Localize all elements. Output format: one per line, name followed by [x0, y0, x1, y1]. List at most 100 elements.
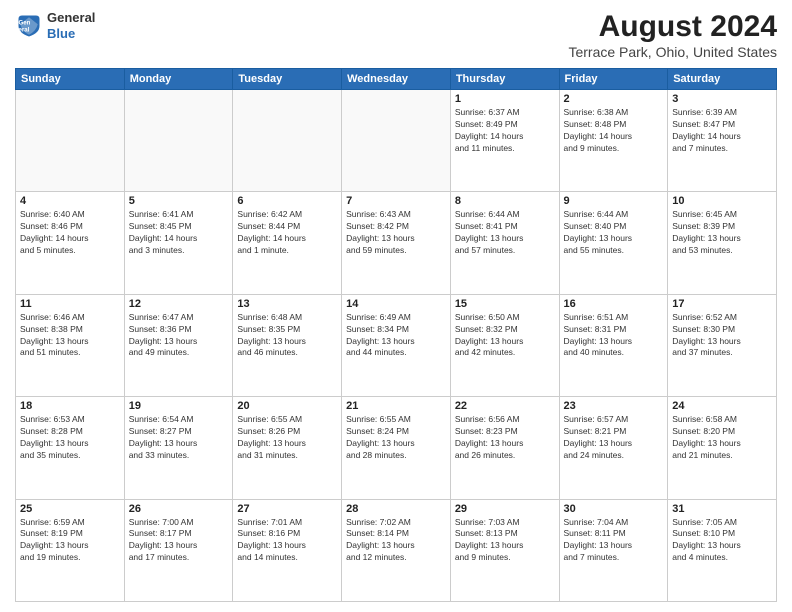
calendar-day-cell: 29 Sunrise: 7:03 AM Sunset: 8:13 PM Dayli…: [450, 499, 559, 601]
calendar-day-cell: 5 Sunrise: 6:41 AM Sunset: 8:45 PM Daylig…: [124, 192, 233, 294]
calendar-day-cell: 24 Sunrise: 6:58 AM Sunset: 8:20 PM Dayli…: [668, 397, 777, 499]
day-number: 10: [672, 195, 772, 207]
day-info: Sunrise: 6:46 AM Sunset: 8:38 PM Dayligh…: [20, 312, 120, 360]
day-info: Sunrise: 6:56 AM Sunset: 8:23 PM Dayligh…: [455, 414, 555, 462]
calendar-week-row: 1 Sunrise: 6:37 AM Sunset: 8:49 PM Daylig…: [16, 90, 777, 192]
day-info: Sunrise: 6:50 AM Sunset: 8:32 PM Dayligh…: [455, 312, 555, 360]
day-number: 30: [564, 503, 664, 515]
calendar-day-cell: 11 Sunrise: 6:46 AM Sunset: 8:38 PM Dayli…: [16, 294, 125, 396]
day-info: Sunrise: 6:44 AM Sunset: 8:41 PM Dayligh…: [455, 209, 555, 257]
day-number: 25: [20, 503, 120, 515]
day-info: Sunrise: 6:55 AM Sunset: 8:24 PM Dayligh…: [346, 414, 446, 462]
day-number: 8: [455, 195, 555, 207]
day-info: Sunrise: 7:04 AM Sunset: 8:11 PM Dayligh…: [564, 517, 664, 565]
day-info: Sunrise: 6:43 AM Sunset: 8:42 PM Dayligh…: [346, 209, 446, 257]
day-info: Sunrise: 6:57 AM Sunset: 8:21 PM Dayligh…: [564, 414, 664, 462]
day-info: Sunrise: 6:55 AM Sunset: 8:26 PM Dayligh…: [237, 414, 337, 462]
day-info: Sunrise: 6:53 AM Sunset: 8:28 PM Dayligh…: [20, 414, 120, 462]
svg-text:eral: eral: [19, 26, 30, 33]
day-info: Sunrise: 7:03 AM Sunset: 8:13 PM Dayligh…: [455, 517, 555, 565]
day-info: Sunrise: 6:37 AM Sunset: 8:49 PM Dayligh…: [455, 107, 555, 155]
day-info: Sunrise: 6:51 AM Sunset: 8:31 PM Dayligh…: [564, 312, 664, 360]
calendar-day-cell: 31Sunrise: 7:05 AM Sunset: 8:10 PM Dayli…: [668, 499, 777, 601]
day-info: Sunrise: 6:41 AM Sunset: 8:45 PM Dayligh…: [129, 209, 229, 257]
calendar-week-row: 4Sunrise: 6:40 AM Sunset: 8:46 PM Daylig…: [16, 192, 777, 294]
day-info: Sunrise: 6:44 AM Sunset: 8:40 PM Dayligh…: [564, 209, 664, 257]
calendar-day-cell: 16 Sunrise: 6:51 AM Sunset: 8:31 PM Dayli…: [559, 294, 668, 396]
day-info: Sunrise: 6:47 AM Sunset: 8:36 PM Dayligh…: [129, 312, 229, 360]
page-title: August 2024: [568, 10, 777, 44]
day-number: 13: [237, 298, 337, 310]
day-info: Sunrise: 7:02 AM Sunset: 8:14 PM Dayligh…: [346, 517, 446, 565]
day-number: 31: [672, 503, 772, 515]
day-number: 20: [237, 400, 337, 412]
calendar-day-cell: 30 Sunrise: 7:04 AM Sunset: 8:11 PM Dayli…: [559, 499, 668, 601]
day-info: Sunrise: 6:54 AM Sunset: 8:27 PM Dayligh…: [129, 414, 229, 462]
logo-icon: Gen eral: [15, 12, 43, 40]
calendar-day-cell: 7 Sunrise: 6:43 AM Sunset: 8:42 PM Daylig…: [342, 192, 451, 294]
day-number: 11: [20, 298, 120, 310]
day-number: 1: [455, 93, 555, 105]
calendar-day-cell: 12 Sunrise: 6:47 AM Sunset: 8:36 PM Dayli…: [124, 294, 233, 396]
logo: Gen eral General Blue: [15, 10, 95, 41]
day-number: 7: [346, 195, 446, 207]
calendar-day-cell: 17 Sunrise: 6:52 AM Sunset: 8:30 PM Dayli…: [668, 294, 777, 396]
day-info: Sunrise: 6:42 AM Sunset: 8:44 PM Dayligh…: [237, 209, 337, 257]
day-number: 12: [129, 298, 229, 310]
calendar-day-cell: [342, 90, 451, 192]
day-info: Sunrise: 6:39 AM Sunset: 8:47 PM Dayligh…: [672, 107, 772, 155]
calendar-week-row: 25Sunrise: 6:59 AM Sunset: 8:19 PM Dayli…: [16, 499, 777, 601]
calendar-day-cell: [233, 90, 342, 192]
calendar-day-cell: 3Sunrise: 6:39 AM Sunset: 8:47 PM Daylig…: [668, 90, 777, 192]
calendar-day-cell: 1 Sunrise: 6:37 AM Sunset: 8:49 PM Daylig…: [450, 90, 559, 192]
calendar-day-cell: 18 Sunrise: 6:53 AM Sunset: 8:28 PM Dayli…: [16, 397, 125, 499]
day-number: 2: [564, 93, 664, 105]
day-number: 23: [564, 400, 664, 412]
svg-text:Gen: Gen: [19, 19, 31, 26]
calendar-day-cell: 19 Sunrise: 6:54 AM Sunset: 8:27 PM Dayli…: [124, 397, 233, 499]
weekday-header: Friday: [559, 69, 668, 90]
day-number: 5: [129, 195, 229, 207]
calendar-day-cell: 23 Sunrise: 6:57 AM Sunset: 8:21 PM Dayli…: [559, 397, 668, 499]
day-info: Sunrise: 6:52 AM Sunset: 8:30 PM Dayligh…: [672, 312, 772, 360]
logo-line2: Blue: [47, 26, 95, 42]
calendar-day-cell: 2Sunrise: 6:38 AM Sunset: 8:48 PM Daylig…: [559, 90, 668, 192]
calendar-day-cell: 6 Sunrise: 6:42 AM Sunset: 8:44 PM Daylig…: [233, 192, 342, 294]
calendar-week-row: 11 Sunrise: 6:46 AM Sunset: 8:38 PM Dayli…: [16, 294, 777, 396]
calendar-day-cell: 14Sunrise: 6:49 AM Sunset: 8:34 PM Dayli…: [342, 294, 451, 396]
calendar-day-cell: 4Sunrise: 6:40 AM Sunset: 8:46 PM Daylig…: [16, 192, 125, 294]
calendar-day-cell: 20 Sunrise: 6:55 AM Sunset: 8:26 PM Dayli…: [233, 397, 342, 499]
page-subtitle: Terrace Park, Ohio, United States: [568, 44, 777, 60]
calendar-day-cell: 26Sunrise: 7:00 AM Sunset: 8:17 PM Dayli…: [124, 499, 233, 601]
day-number: 28: [346, 503, 446, 515]
calendar-day-cell: 25Sunrise: 6:59 AM Sunset: 8:19 PM Dayli…: [16, 499, 125, 601]
calendar-day-cell: 10 Sunrise: 6:45 AM Sunset: 8:39 PM Dayli…: [668, 192, 777, 294]
weekday-header: Wednesday: [342, 69, 451, 90]
calendar-day-cell: 8 Sunrise: 6:44 AM Sunset: 8:41 PM Daylig…: [450, 192, 559, 294]
weekday-header: Tuesday: [233, 69, 342, 90]
day-number: 24: [672, 400, 772, 412]
day-number: 17: [672, 298, 772, 310]
day-number: 16: [564, 298, 664, 310]
day-number: 15: [455, 298, 555, 310]
day-number: 19: [129, 400, 229, 412]
day-info: Sunrise: 7:00 AM Sunset: 8:17 PM Dayligh…: [129, 517, 229, 565]
header: Gen eral General Blue August 2024 Terrac…: [15, 10, 777, 60]
day-info: Sunrise: 6:49 AM Sunset: 8:34 PM Dayligh…: [346, 312, 446, 360]
day-info: Sunrise: 6:58 AM Sunset: 8:20 PM Dayligh…: [672, 414, 772, 462]
day-number: 6: [237, 195, 337, 207]
logo-text: General Blue: [47, 10, 95, 41]
weekday-header: Saturday: [668, 69, 777, 90]
title-block: August 2024 Terrace Park, Ohio, United S…: [568, 10, 777, 60]
day-info: Sunrise: 6:48 AM Sunset: 8:35 PM Dayligh…: [237, 312, 337, 360]
day-number: 29: [455, 503, 555, 515]
day-number: 22: [455, 400, 555, 412]
day-info: Sunrise: 6:45 AM Sunset: 8:39 PM Dayligh…: [672, 209, 772, 257]
weekday-header: Monday: [124, 69, 233, 90]
day-number: 27: [237, 503, 337, 515]
weekday-header: Thursday: [450, 69, 559, 90]
day-number: 18: [20, 400, 120, 412]
day-info: Sunrise: 7:01 AM Sunset: 8:16 PM Dayligh…: [237, 517, 337, 565]
calendar-day-cell: 21Sunrise: 6:55 AM Sunset: 8:24 PM Dayli…: [342, 397, 451, 499]
weekday-header: Sunday: [16, 69, 125, 90]
